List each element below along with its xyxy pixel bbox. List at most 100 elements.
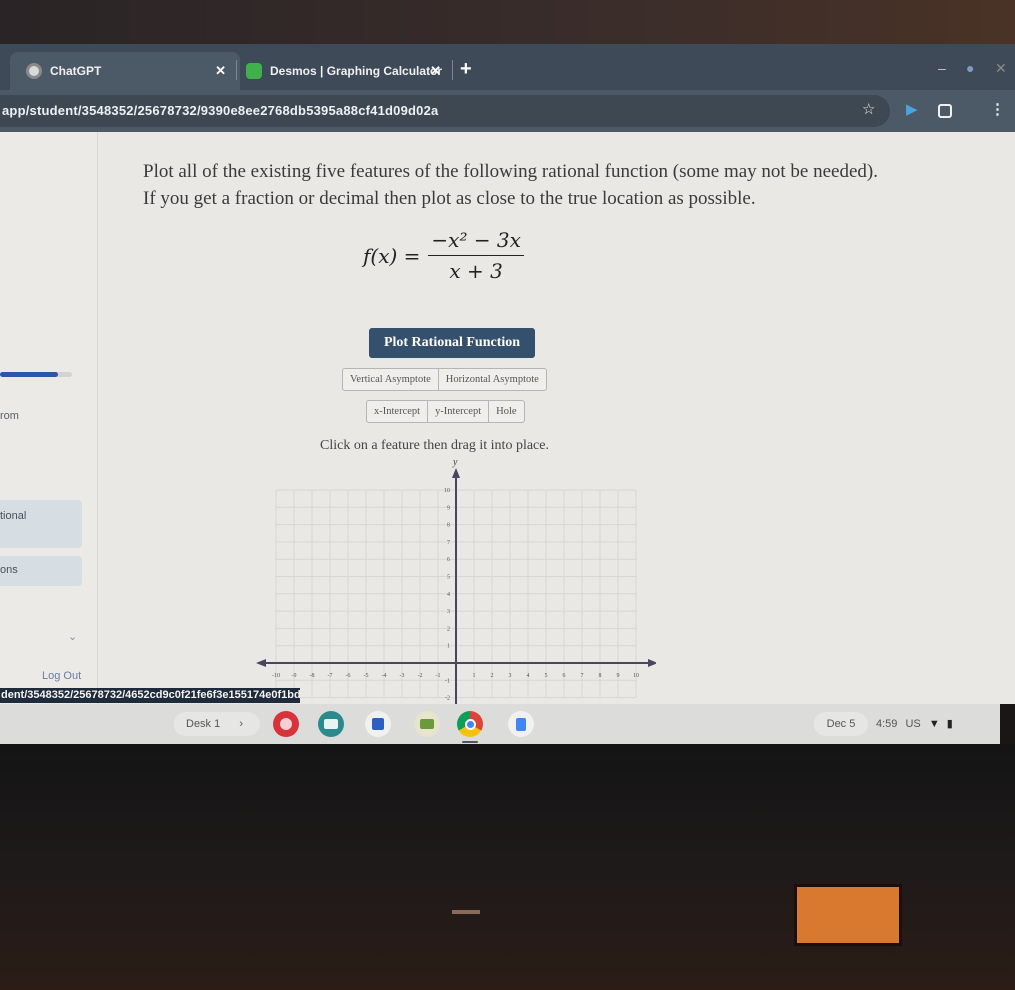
x-tick-label: -8 [310, 673, 315, 679]
x-axis-arrow-right [648, 659, 656, 667]
bookmark-star-icon[interactable]: ☆ [862, 100, 875, 118]
minimize-button[interactable]: – [938, 60, 946, 76]
x-tick-label: 5 [545, 673, 548, 679]
plot-rational-function-button[interactable]: Plot Rational Function [369, 328, 535, 358]
new-tab-button[interactable]: + [460, 58, 472, 81]
x-tick-label: -5 [364, 673, 369, 679]
y-tick-label: 2 [447, 626, 450, 632]
time-display: 4:59 [876, 718, 898, 730]
instruction-line: Plot all of the existing five features o… [143, 161, 878, 182]
function-lhs: f(x) = [363, 243, 421, 268]
google-docs-app-icon[interactable] [508, 711, 534, 737]
numerator: −x² − 3x [428, 228, 524, 256]
locale-display: US [905, 718, 921, 730]
question-text: Plot all of the existing five features o… [143, 158, 878, 212]
x-tick-label: -1 [436, 673, 441, 679]
browser-toolbar: app/student/3548352/25678732/9390e8ee276… [0, 90, 1015, 132]
address-bar[interactable]: app/student/3548352/25678732/9390e8ee276… [0, 95, 890, 127]
sidebar-card-rational[interactable]: tional [0, 500, 82, 548]
fraction: −x² − 3x x + 3 [428, 228, 524, 283]
tab-divider [236, 60, 237, 80]
x-tick-label: -2 [418, 673, 423, 679]
y-tick-label: 7 [447, 540, 450, 546]
horizontal-asymptote-button[interactable]: Horizontal Asymptote [439, 369, 546, 390]
feature-button-group-points: x-Intercept y-Intercept Hole [366, 400, 525, 423]
wifi-icon: ▼ [928, 718, 940, 730]
progress-bar [0, 372, 72, 377]
page-content: rom tional ons ⌄ Log Out Plot all of the… [0, 132, 1015, 704]
tab-chatgpt[interactable]: ChatGPT ✕ [10, 52, 240, 90]
y-axis-label: y [452, 458, 458, 468]
sidebar: rom tional ons ⌄ Log Out [0, 132, 98, 704]
x-tick-label: 10 [633, 673, 639, 679]
x-tick-label: 4 [527, 673, 530, 679]
desk-label: Desk 1 [186, 718, 221, 730]
y-tick-label: 6 [447, 557, 450, 563]
feature-button-group-asymptotes: Vertical Asymptote Horizontal Asymptote [342, 368, 547, 391]
keyboard-detail [452, 910, 480, 914]
y-tick-label: 5 [447, 575, 450, 581]
sidebar-card-functions[interactable]: ons [0, 556, 82, 586]
x-tick-label: 1 [473, 673, 476, 679]
desk-switcher[interactable]: Desk 1 › [174, 712, 260, 736]
palette-app-icon[interactable] [273, 711, 299, 737]
tab-title: ChatGPT [50, 64, 102, 78]
instruction-line: If you get a fraction or decimal then pl… [143, 188, 756, 209]
x-tick-label: -10 [272, 673, 280, 679]
google-classroom-app-icon[interactable] [414, 711, 440, 737]
x-tick-label: 7 [581, 673, 584, 679]
x-tick-label: 8 [599, 673, 602, 679]
x-tick-label: 3 [509, 673, 512, 679]
hole-button[interactable]: Hole [489, 401, 523, 422]
extension-icon[interactable]: ▶ [906, 100, 918, 118]
maximize-button[interactable]: ● [966, 60, 974, 76]
y-intercept-button[interactable]: y-Intercept [428, 401, 490, 422]
y-tick-label: 10 [444, 488, 450, 494]
y-tick-label: 1 [447, 644, 450, 650]
orange-object [794, 884, 902, 946]
tab-desmos[interactable]: Desmos | Graphing Calculator ✕ [240, 52, 455, 90]
x-tick-label: -6 [346, 673, 351, 679]
function-formula: f(x) = −x² − 3x x + 3 [363, 228, 524, 283]
logout-link[interactable]: Log Out [42, 670, 81, 682]
problem-area: Plot all of the existing five features o… [98, 132, 978, 704]
extensions-puzzle-icon[interactable] [938, 104, 952, 118]
x-tick-label: 2 [491, 673, 494, 679]
sidebar-card-label: ons [0, 564, 18, 576]
chrome-app-icon[interactable] [457, 711, 483, 737]
x-intercept-button[interactable]: x-Intercept [367, 401, 429, 422]
close-tab-icon[interactable]: ✕ [215, 63, 226, 79]
x-tick-label: -3 [400, 673, 405, 679]
drag-instructions: Click on a feature then drag it into pla… [320, 438, 549, 453]
chevron-down-icon[interactable]: ⌄ [68, 630, 77, 643]
y-tick-label: -1 [445, 678, 450, 684]
tab-strip: ChatGPT ✕ Desmos | Graphing Calculator ✕… [0, 44, 1015, 90]
y-tick-label: 8 [447, 523, 450, 529]
progress-fill [0, 372, 58, 377]
x-tick-label: -4 [382, 673, 387, 679]
y-tick-label: 3 [447, 609, 450, 615]
tab-divider [452, 60, 453, 80]
desk-surface [0, 744, 1015, 990]
shield-app-icon[interactable] [365, 711, 391, 737]
close-tab-icon[interactable]: ✕ [430, 63, 441, 79]
chevron-right-icon: › [239, 718, 243, 730]
tab-title: Desmos | Graphing Calculator [270, 64, 443, 78]
vertical-asymptote-button[interactable]: Vertical Asymptote [343, 369, 439, 390]
x-tick-label: -9 [292, 673, 297, 679]
classroom-screen-app-icon[interactable] [318, 711, 344, 737]
y-axis-arrow [452, 468, 460, 478]
browser-menu-icon[interactable]: ⋮ [990, 100, 1005, 118]
desmos-icon [246, 63, 262, 79]
x-tick-label: 6 [563, 673, 566, 679]
x-axis-arrow-left [256, 659, 266, 667]
status-tray[interactable]: 4:59 US ▼ ▮ [876, 712, 953, 736]
chatgpt-icon [26, 63, 42, 79]
coordinate-graph[interactable]: xy-10-9-8-7-6-5-4-3-2-112345678910109876… [256, 458, 656, 704]
y-tick-label: 9 [447, 505, 450, 511]
sidebar-card-label: tional [0, 510, 27, 522]
close-window-button[interactable]: ✕ [995, 60, 1007, 77]
x-tick-label: -7 [328, 673, 333, 679]
x-tick-label: 9 [617, 673, 620, 679]
date-display[interactable]: Dec 5 [814, 712, 868, 736]
